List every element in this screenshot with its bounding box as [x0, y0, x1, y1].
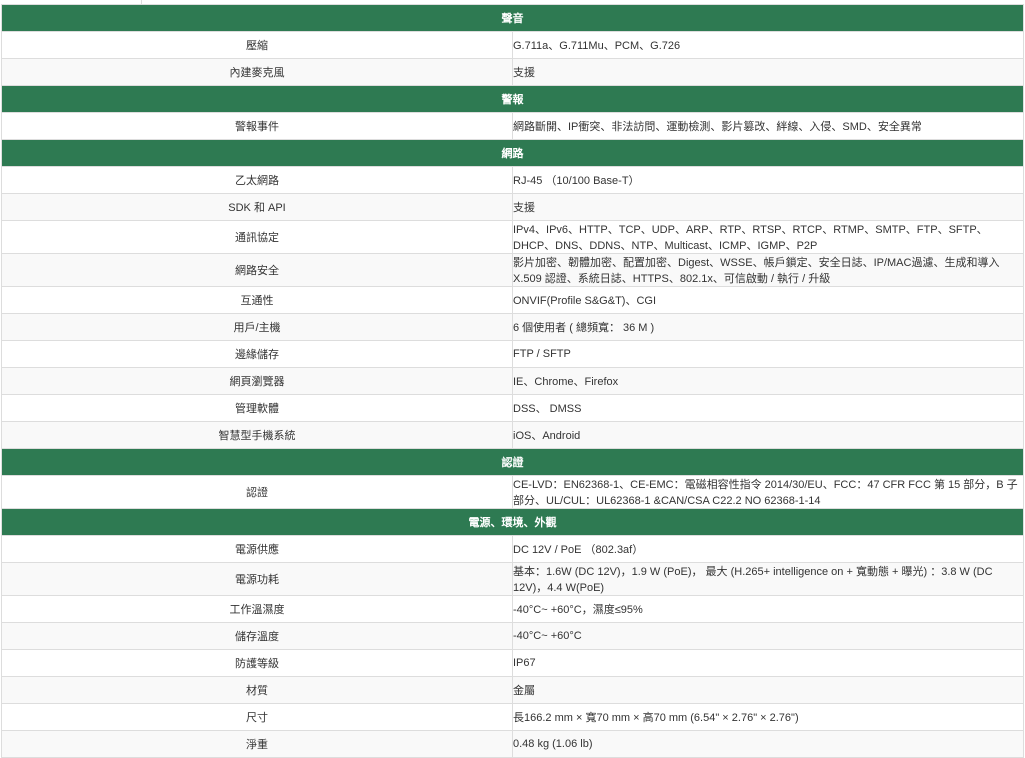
table-row: 通訊協定 IPv4、IPv6、HTTP、TCP、UDP、ARP、RTP、RTSP、… — [1, 220, 1024, 254]
spec-label: 通訊協定 — [1, 220, 513, 254]
table-row: 網頁瀏覽器 IE、Chrome、Firefox — [1, 367, 1024, 395]
spec-label: 電源功耗 — [1, 562, 513, 596]
table-row: 電源功耗 基本：1.6W (DC 12V)，1.9 W (PoE)， 最大 (H.… — [1, 562, 1024, 596]
table-row: 壓縮 G.711a、G.711Mu、PCM、G.726 — [1, 31, 1024, 59]
table-row: 網路安全 影片加密、韌體加密、配置加密、Digest、WSSE、帳戶鎖定、安全日誌… — [1, 253, 1024, 287]
spec-label: 內建麥克風 — [1, 58, 513, 86]
table-top-continuation — [0, 0, 1025, 4]
table-row: 用戶/主機 6 個使用者 ( 總頻寬： 36 M ) — [1, 313, 1024, 341]
spec-label: 尺寸 — [1, 703, 513, 731]
section-title: 警報 — [1, 85, 1024, 113]
spec-value: FTP / SFTP — [512, 340, 1024, 368]
spec-label: 儲存溫度 — [1, 622, 513, 650]
spec-value: 支援 — [512, 193, 1024, 221]
spec-value: 金屬 — [512, 676, 1024, 704]
section-header-row: 聲音 — [1, 4, 1024, 32]
spec-label: 用戶/主機 — [1, 313, 513, 341]
section-header-row: 認證 — [1, 448, 1024, 476]
table-row: 材質 金屬 — [1, 676, 1024, 704]
spec-value: iOS、Android — [512, 421, 1024, 449]
spec-label: 警報事件 — [1, 112, 513, 140]
spec-label: 電源供應 — [1, 535, 513, 563]
section-header-row: 警報 — [1, 85, 1024, 113]
spec-value: IPv4、IPv6、HTTP、TCP、UDP、ARP、RTP、RTSP、RTCP… — [512, 220, 1024, 254]
spec-value: DSS、 DMSS — [512, 394, 1024, 422]
spec-value: 6 個使用者 ( 總頻寬： 36 M ) — [512, 313, 1024, 341]
spec-value: -40°C~ +60°C，濕度≤95% — [512, 595, 1024, 623]
table-row: 內建麥克風 支援 — [1, 58, 1024, 86]
spec-label: 防護等級 — [1, 649, 513, 677]
spec-value: ONVIF(Profile S&G&T)、CGI — [512, 286, 1024, 314]
spec-label: 互通性 — [1, 286, 513, 314]
spec-label: SDK 和 API — [1, 193, 513, 221]
table-row: 電源供應 DC 12V / PoE （802.3af） — [1, 535, 1024, 563]
spec-value: G.711a、G.711Mu、PCM、G.726 — [512, 31, 1024, 59]
spec-label: 智慧型手機系統 — [1, 421, 513, 449]
spec-value: DC 12V / PoE （802.3af） — [512, 535, 1024, 563]
spec-value: IE、Chrome、Firefox — [512, 367, 1024, 395]
section-title: 電源、環境、外觀 — [1, 508, 1024, 536]
section-title: 聲音 — [1, 4, 1024, 32]
spec-value: 基本：1.6W (DC 12V)，1.9 W (PoE)， 最大 (H.265+… — [512, 562, 1024, 596]
spec-label: 管理軟體 — [1, 394, 513, 422]
table-row: 尺寸 長166.2 mm × 寬70 mm × 高70 mm (6.54" × 2… — [1, 703, 1024, 731]
column-divider — [141, 0, 142, 4]
table-row: SDK 和 API 支援 — [1, 193, 1024, 221]
spec-label: 網頁瀏覽器 — [1, 367, 513, 395]
table-row: 警報事件 網路斷開、IP衝突、非法訪問、運動檢測、影片篡改、絆線、入侵、SMD、安… — [1, 112, 1024, 140]
spec-label: 網路安全 — [1, 253, 513, 287]
section-header-row: 網路 — [1, 139, 1024, 167]
spec-label: 認證 — [1, 475, 513, 509]
spec-value: 0.48 kg (1.06 lb) — [512, 730, 1024, 758]
spec-label: 工作溫濕度 — [1, 595, 513, 623]
table-row: 乙太網路 RJ-45 （10/100 Base-T） — [1, 166, 1024, 194]
table-row: 互通性 ONVIF(Profile S&G&T)、CGI — [1, 286, 1024, 314]
spec-label: 淨重 — [1, 730, 513, 758]
spec-value: RJ-45 （10/100 Base-T） — [512, 166, 1024, 194]
spec-value: 網路斷開、IP衝突、非法訪問、運動檢測、影片篡改、絆線、入侵、SMD、安全異常 — [512, 112, 1024, 140]
section-title: 認證 — [1, 448, 1024, 476]
spec-label: 邊緣儲存 — [1, 340, 513, 368]
spec-value: CE-LVD：EN62368-1、CE-EMC：電磁相容性指令 2014/30/… — [512, 475, 1024, 509]
spec-label: 材質 — [1, 676, 513, 704]
spec-value: -40°C~ +60°C — [512, 622, 1024, 650]
table-row: 淨重 0.48 kg (1.06 lb) — [1, 730, 1024, 758]
table-row: 邊緣儲存 FTP / SFTP — [1, 340, 1024, 368]
table-row: 智慧型手機系統 iOS、Android — [1, 421, 1024, 449]
section-header-row: 電源、環境、外觀 — [1, 508, 1024, 536]
table-row: 防護等級 IP67 — [1, 649, 1024, 677]
spec-label: 乙太網路 — [1, 166, 513, 194]
spec-value: 長166.2 mm × 寬70 mm × 高70 mm (6.54" × 2.7… — [512, 703, 1024, 731]
table-row: 認證 CE-LVD：EN62368-1、CE-EMC：電磁相容性指令 2014/3… — [1, 475, 1024, 509]
spec-value: IP67 — [512, 649, 1024, 677]
table-row: 儲存溫度 -40°C~ +60°C — [1, 622, 1024, 650]
section-title: 網路 — [1, 139, 1024, 167]
table-row: 管理軟體 DSS、 DMSS — [1, 394, 1024, 422]
spec-value: 影片加密、韌體加密、配置加密、Digest、WSSE、帳戶鎖定、安全日誌、IP/… — [512, 253, 1024, 287]
table-row: 工作溫濕度 -40°C~ +60°C，濕度≤95% — [1, 595, 1024, 623]
spec-value: 支援 — [512, 58, 1024, 86]
spec-table: 聲音 壓縮 G.711a、G.711Mu、PCM、G.726 內建麥克風 支援 警報 警報事… — [1, 4, 1024, 758]
spec-label: 壓縮 — [1, 31, 513, 59]
